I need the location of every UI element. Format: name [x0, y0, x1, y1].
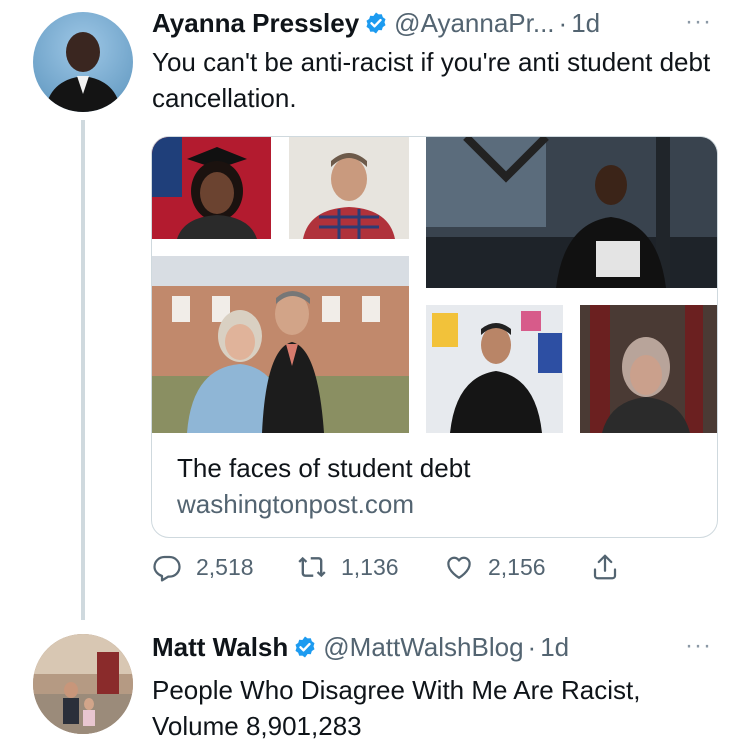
- timestamp[interactable]: 1d: [540, 632, 569, 663]
- tweet-ayanna-pressley[interactable]: Ayanna Pressley @AyannaPr... · 1d ··· Yo…: [0, 0, 730, 620]
- author-name[interactable]: Ayanna Pressley: [152, 8, 359, 39]
- avatar[interactable]: [33, 634, 133, 734]
- reply-button[interactable]: 2,518: [152, 552, 254, 582]
- share-button[interactable]: [590, 552, 634, 582]
- reply-icon: [153, 555, 181, 582]
- verified-badge-icon: [364, 11, 388, 35]
- like-button[interactable]: 2,156: [444, 552, 546, 582]
- thread-line: [81, 120, 85, 620]
- retweet-icon: [298, 556, 326, 578]
- share-icon: [593, 554, 617, 580]
- photo-man-plaid-shirt: [289, 137, 409, 239]
- photo-graduate: [152, 137, 271, 239]
- author-handle[interactable]: @AyannaPr...: [394, 8, 554, 39]
- author-handle[interactable]: @MattWalshBlog: [323, 632, 523, 663]
- reply-count: 2,518: [196, 553, 254, 580]
- tweet-text: People Who Disagree With Me Are Racist, …: [152, 675, 641, 741]
- separator-dot: ·: [558, 7, 568, 38]
- photo-woman-window: [580, 305, 717, 433]
- author-name[interactable]: Matt Walsh: [152, 632, 288, 663]
- verified-badge-icon: [293, 635, 317, 659]
- avatar[interactable]: [33, 12, 133, 112]
- heart-icon: [447, 556, 471, 579]
- tweet-matt-walsh[interactable]: Matt Walsh @MattWalshBlog · 1d ··· Peopl…: [0, 620, 730, 745]
- tweet-header: Ayanna Pressley @AyannaPr... · 1d: [152, 6, 600, 40]
- more-icon[interactable]: ···: [685, 632, 712, 660]
- tweet-actions: 2,518 1,136 2,156: [152, 552, 652, 592]
- more-icon[interactable]: ···: [685, 8, 712, 36]
- like-count: 2,156: [488, 553, 546, 580]
- card-image-collage: [152, 137, 717, 433]
- link-card[interactable]: The faces of student debt washingtonpost…: [151, 136, 718, 538]
- photo-couple-campus: [152, 256, 409, 433]
- photo-man-office: [426, 305, 563, 433]
- separator-dot: ·: [527, 631, 537, 662]
- tweet-header: Matt Walsh @MattWalshBlog · 1d: [152, 630, 569, 664]
- retweet-button[interactable]: 1,136: [297, 552, 399, 582]
- retweet-count: 1,136: [341, 553, 399, 580]
- card-domain: washingtonpost.com: [177, 489, 415, 519]
- card-title: The faces of student debt: [177, 453, 471, 483]
- tweet-text: You can't be anti-racist if you're anti …: [152, 47, 711, 113]
- photo-young-man-bridge: [426, 137, 717, 288]
- timestamp[interactable]: 1d: [571, 8, 600, 39]
